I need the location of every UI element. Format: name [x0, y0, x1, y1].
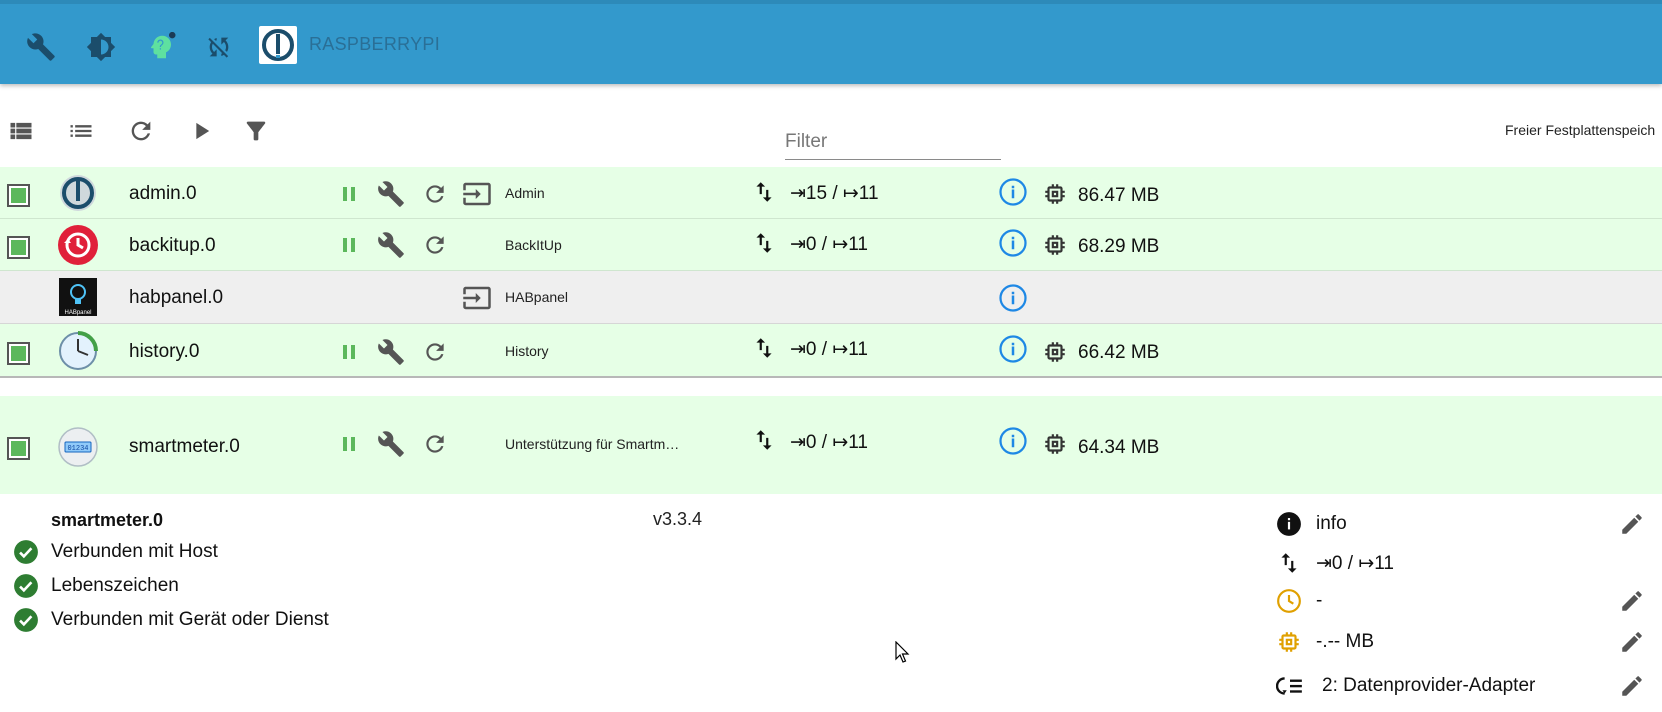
settings-wrench-icon[interactable] [376, 179, 406, 209]
memory-usage: 86.47 MB [1078, 185, 1160, 206]
check-circle-icon [14, 540, 38, 564]
restart-icon[interactable] [420, 429, 450, 459]
brightness-icon[interactable] [85, 31, 117, 63]
info-icon[interactable] [998, 177, 1028, 207]
enable-checkbox[interactable] [7, 342, 30, 365]
compact-list-icon[interactable] [67, 117, 95, 145]
prop-log-counters: ⇥0 / ↦11 [1276, 548, 1646, 578]
habpanel-adapter-icon: HABpanel [57, 276, 99, 318]
log-level-arrows-icon[interactable] [749, 228, 779, 258]
smartmeter-adapter-icon: 01234 [57, 426, 99, 468]
tier-list-icon [1276, 677, 1302, 695]
info-icon[interactable] [998, 283, 1028, 313]
log-counters: ⇥15 / ↦11 [790, 183, 879, 204]
instance-row-habpanel: HABpanel habpanel.0 HABpanel [0, 271, 1662, 324]
top-app-bar: RASPBERRYPI [0, 0, 1662, 84]
instance-title: Unterstützung für Smartm… [505, 436, 680, 452]
edit-icon[interactable] [1618, 628, 1646, 656]
instance-row-smartmeter: 01234 smartmeter.0 Unterstützung für Sma… [0, 396, 1662, 494]
prop-log-level: info [1276, 509, 1646, 539]
pause-icon[interactable] [334, 337, 364, 367]
admin-adapter-icon [57, 172, 99, 214]
memory-usage: 68.29 MB [1078, 236, 1160, 257]
detail-instance-name: smartmeter.0 [51, 510, 164, 530]
wrench-icon[interactable] [25, 31, 57, 63]
instance-title: Admin [505, 185, 545, 201]
instance-name: smartmeter.0 [129, 436, 240, 457]
log-level-arrows-icon[interactable] [749, 333, 779, 363]
log-counters: ⇥0 / ↦11 [790, 339, 868, 360]
instance-row-backitup: backitup.0 BackItUp ⇥0 / ↦11 68.29 MB [0, 219, 1662, 271]
settings-wrench-icon[interactable] [376, 230, 406, 260]
detail-version: v3.3.4 [653, 509, 703, 529]
status-alive: Lebenszeichen [13, 572, 179, 600]
memory-usage: 64.34 MB [1078, 437, 1160, 458]
instance-row-history: history.0 History ⇥0 / ↦11 66.42 MB [0, 324, 1662, 378]
info-icon[interactable] [998, 426, 1028, 456]
memory-chip-icon [1040, 179, 1070, 209]
sync-disabled-icon[interactable] [203, 31, 235, 63]
enable-checkbox[interactable] [7, 236, 30, 259]
clock-icon [1277, 589, 1301, 613]
host-name[interactable]: RASPBERRYPI [309, 34, 440, 55]
log-level-arrows-icon[interactable] [749, 177, 779, 207]
open-link-icon[interactable] [462, 179, 492, 209]
info-filled-icon [1277, 512, 1301, 536]
restart-icon[interactable] [420, 179, 450, 209]
filter-input[interactable] [785, 124, 1001, 160]
check-circle-icon [14, 574, 38, 598]
enable-checkbox[interactable] [7, 184, 30, 207]
play-icon[interactable] [187, 117, 215, 145]
check-circle-icon [14, 608, 38, 632]
restart-icon[interactable] [420, 230, 450, 260]
log-level-arrows-icon [1281, 553, 1297, 573]
instance-name: history.0 [129, 341, 200, 362]
pause-icon[interactable] [334, 179, 364, 209]
memory-chip-icon [1279, 632, 1299, 652]
refresh-icon[interactable] [127, 117, 155, 145]
memory-chip-icon [1040, 230, 1070, 260]
settings-wrench-icon[interactable] [376, 337, 406, 367]
edit-icon[interactable] [1618, 672, 1646, 700]
log-counters: ⇥0 / ↦11 [790, 432, 868, 453]
pause-icon[interactable] [334, 230, 364, 260]
prop-schedule: - [1276, 586, 1646, 616]
instance-title: History [505, 343, 549, 359]
memory-chip-icon [1040, 429, 1070, 459]
log-level-arrows-icon[interactable] [749, 425, 779, 455]
mouse-cursor-icon [895, 640, 911, 670]
prop-tier: 2: Datenprovider-Adapter [1276, 671, 1646, 701]
edit-icon[interactable] [1618, 510, 1646, 538]
prop-ram-limit: -.-- MB [1276, 627, 1646, 657]
info-icon[interactable] [998, 228, 1028, 258]
instance-title: HABpanel [505, 289, 569, 305]
instance-name: admin.0 [129, 183, 197, 204]
filter-icon[interactable] [242, 117, 270, 145]
expert-mode-icon[interactable] [145, 31, 177, 63]
memory-chip-icon [1040, 337, 1070, 367]
backitup-adapter-icon [57, 224, 99, 266]
free-disk-label: Freier Festplattenspeich [1505, 122, 1656, 138]
edit-icon[interactable] [1618, 587, 1646, 615]
instance-row-admin: admin.0 Admin ⇥15 / ↦11 86.47 MB [0, 167, 1662, 219]
svg-text:HABpanel: HABpanel [64, 310, 91, 316]
settings-wrench-icon[interactable] [376, 429, 406, 459]
info-icon[interactable] [998, 334, 1028, 364]
open-link-icon[interactable] [462, 283, 492, 313]
restart-icon[interactable] [420, 337, 450, 367]
instance-name: backitup.0 [129, 235, 216, 256]
enable-checkbox[interactable] [7, 437, 30, 460]
list-view-icon[interactable] [7, 117, 35, 145]
instance-name: habpanel.0 [129, 287, 224, 308]
pause-icon[interactable] [334, 429, 364, 459]
history-adapter-icon [57, 330, 99, 372]
memory-usage: 66.42 MB [1078, 342, 1160, 363]
log-counters: ⇥0 / ↦11 [790, 234, 868, 255]
status-connected-device: Verbunden mit Gerät oder Dienst [13, 606, 329, 634]
svg-text:01234: 01234 [67, 445, 88, 453]
instance-title: BackItUp [505, 237, 562, 253]
iobroker-logo[interactable] [259, 26, 297, 64]
status-connected-host: Verbunden mit Host [13, 538, 218, 566]
